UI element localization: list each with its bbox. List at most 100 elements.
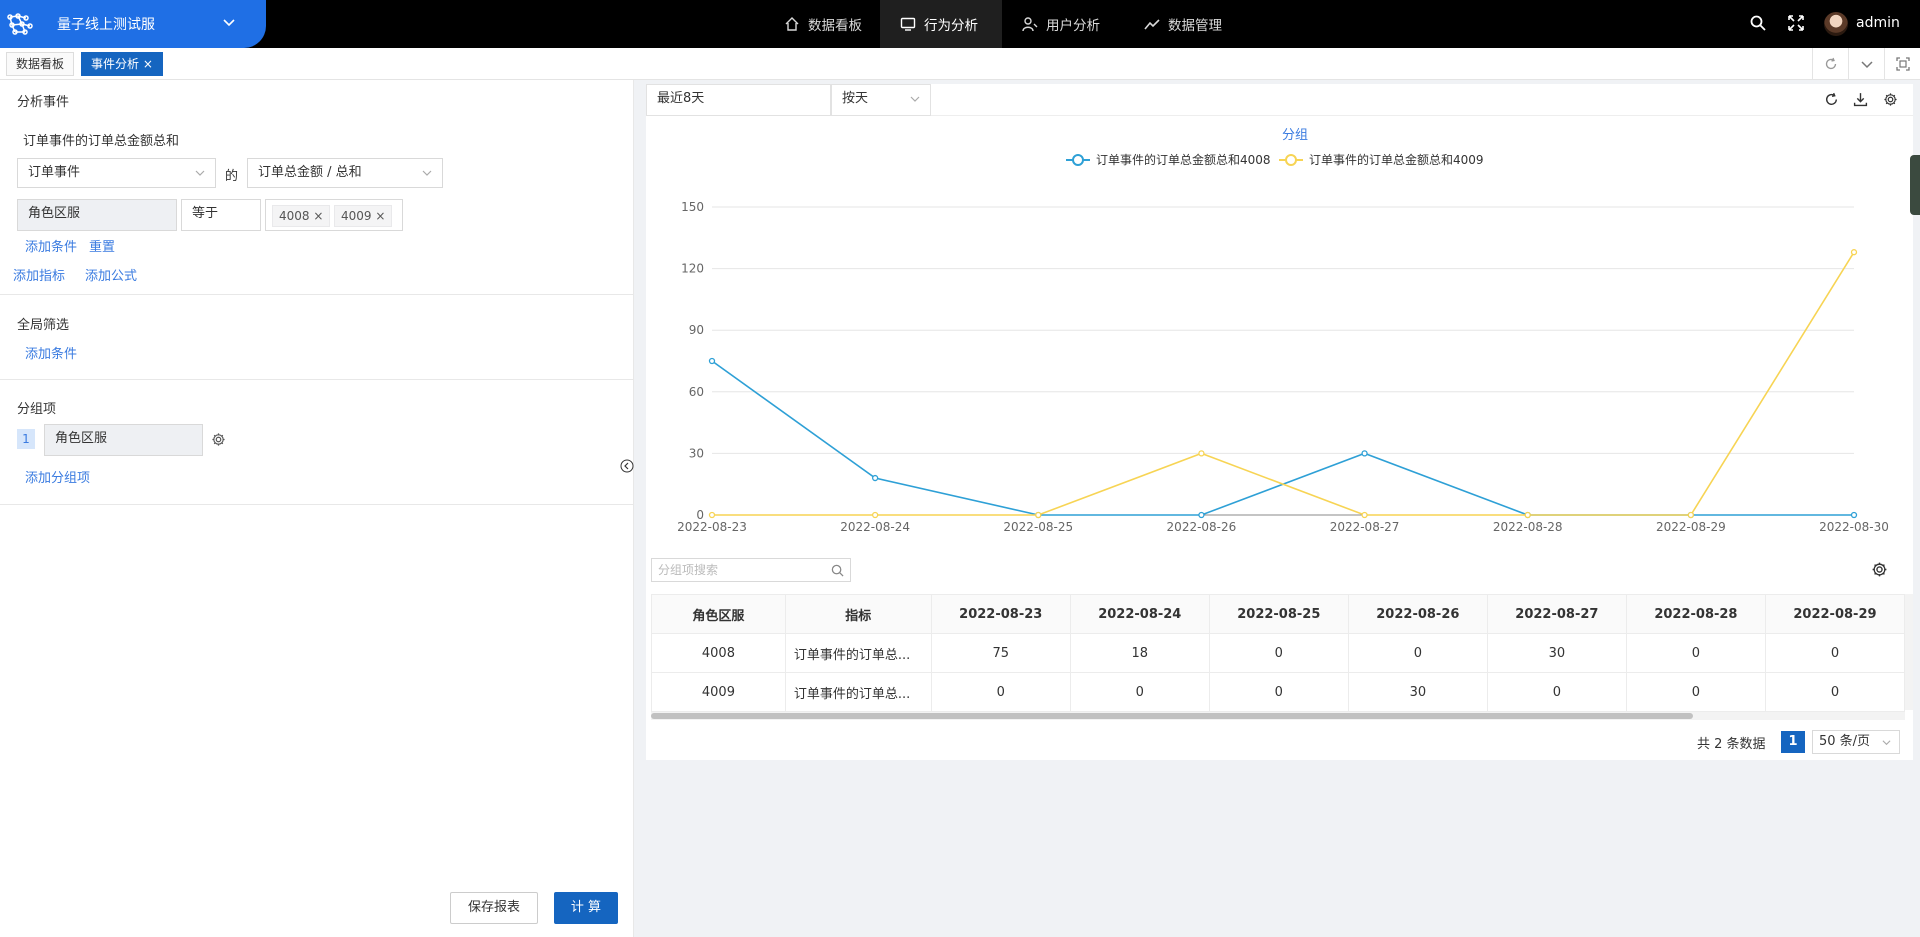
- tab-dashboard[interactable]: 数据看板: [6, 52, 75, 76]
- chevron-down-icon[interactable]: [222, 15, 236, 29]
- table-cell: 0: [1347, 633, 1488, 673]
- legend-item[interactable]: 订单事件的订单总金额总和4009: [1279, 152, 1484, 167]
- search-icon[interactable]: [1749, 14, 1767, 32]
- group-search-input[interactable]: 分组项搜索: [651, 558, 851, 582]
- series-line[interactable]: [712, 251, 1855, 516]
- collapse-panel-icon[interactable]: [620, 459, 634, 473]
- reset-link[interactable]: 重置: [89, 236, 115, 255]
- column-header[interactable]: 2022-08-23: [930, 594, 1071, 634]
- user-icon: [1022, 17, 1038, 32]
- table-settings-gear-icon[interactable]: [1871, 561, 1888, 578]
- monitor-icon: [900, 17, 916, 31]
- data-point[interactable]: [1524, 511, 1531, 519]
- vertical-scrollbar[interactable]: [1905, 594, 1913, 710]
- maximize-button[interactable]: [1884, 48, 1920, 79]
- nav-data-management[interactable]: 数据管理: [1124, 0, 1242, 48]
- nav-user-analysis[interactable]: 用户分析: [1002, 0, 1120, 48]
- x-tick-label: 2022-08-24: [840, 520, 910, 534]
- column-header[interactable]: 2022-08-25: [1208, 594, 1349, 634]
- nav-label: 行为分析: [924, 18, 978, 34]
- data-point[interactable]: [1198, 450, 1205, 457]
- download-icon[interactable]: [1853, 92, 1868, 107]
- pagination-page-1[interactable]: 1: [1781, 731, 1805, 753]
- gear-icon[interactable]: [1883, 92, 1898, 107]
- filter-field-select[interactable]: 角色区服: [17, 199, 177, 231]
- tabs-dropdown-button[interactable]: [1848, 48, 1884, 79]
- legend-item[interactable]: 订单事件的订单总金额总和4008: [1066, 152, 1271, 167]
- x-tick-label: 2022-08-26: [1167, 520, 1237, 534]
- table-cell: 0: [1625, 672, 1766, 712]
- refresh-tab-button[interactable]: [1812, 48, 1848, 79]
- column-header[interactable]: 2022-08-27: [1486, 594, 1627, 634]
- column-header[interactable]: 指标: [784, 594, 932, 634]
- data-point[interactable]: [1850, 511, 1858, 519]
- y-tick-label: 150: [681, 200, 704, 214]
- group-field-select[interactable]: 角色区服: [44, 424, 203, 456]
- refresh-icon[interactable]: [1824, 92, 1839, 107]
- column-header[interactable]: 2022-08-26: [1347, 594, 1488, 634]
- column-header[interactable]: 2022-08-24: [1069, 594, 1210, 634]
- table-cell: 30: [1486, 633, 1627, 673]
- data-point[interactable]: [1035, 511, 1042, 519]
- data-table-viewport[interactable]: 角色区服 指标 2022-08-23 2022-08-24 2022-08-25 2022…: [651, 594, 1905, 712]
- app-switcher[interactable]: 量子线上测试服: [0, 0, 266, 48]
- section-title-global-filter: 全局筛选: [17, 318, 70, 333]
- save-report-button[interactable]: 保存报表: [450, 892, 538, 924]
- page-size-select[interactable]: 50 条/页: [1812, 730, 1900, 754]
- data-point[interactable]: [871, 511, 879, 519]
- side-drawer-handle[interactable]: [1910, 155, 1920, 215]
- chevron-down-icon: [1860, 60, 1873, 68]
- filter-value-tag[interactable]: 4008 ×: [272, 205, 331, 227]
- divider: [0, 504, 634, 505]
- divider: [0, 294, 634, 295]
- data-point[interactable]: [1687, 511, 1695, 519]
- filter-value-tag[interactable]: 4009 ×: [334, 205, 393, 227]
- add-group-link[interactable]: 添加分组项: [25, 467, 90, 486]
- granularity-select[interactable]: 按天: [831, 84, 931, 116]
- table-cell: 0: [1486, 672, 1627, 712]
- column-header[interactable]: 2022-08-28: [1625, 594, 1766, 634]
- add-formula-link[interactable]: 添加公式: [85, 265, 137, 284]
- x-tick-label: 2022-08-28: [1493, 520, 1563, 534]
- table-header-row: 角色区服 指标 2022-08-23 2022-08-24 2022-08-25 2022…: [651, 594, 1905, 634]
- nav-behavior-analysis[interactable]: 行为分析: [880, 0, 1002, 48]
- nav-dashboard[interactable]: 数据看板: [764, 0, 882, 48]
- data-point[interactable]: [1198, 511, 1205, 519]
- fullscreen-icon[interactable]: [1787, 14, 1805, 32]
- event-select[interactable]: 订单事件: [17, 158, 216, 188]
- global-add-condition-link[interactable]: 添加条件: [25, 343, 77, 362]
- group-index-badge: 1: [17, 429, 35, 449]
- section-title-events: 分析事件: [17, 95, 70, 110]
- data-table: 角色区服 指标 2022-08-23 2022-08-24 2022-08-25 2022…: [651, 594, 1905, 712]
- avatar[interactable]: [1824, 12, 1848, 36]
- table-cell: 75: [930, 633, 1071, 673]
- calculate-button[interactable]: 计 算: [554, 892, 618, 924]
- tab-event-analysis[interactable]: 事件分析 ×: [81, 52, 163, 76]
- home-icon: [785, 17, 799, 31]
- data-point[interactable]: [1361, 450, 1368, 457]
- filter-values-select[interactable]: 4008 × 4009 ×: [265, 199, 403, 231]
- filter-operator-select[interactable]: 等于: [181, 199, 261, 231]
- metric-title[interactable]: 订单事件的订单总金额总和: [23, 130, 179, 149]
- data-point[interactable]: [708, 511, 716, 519]
- add-metric-link[interactable]: 添加指标: [13, 265, 65, 284]
- date-range-select[interactable]: 最近8天: [646, 84, 831, 116]
- legend-swatch-marker: [1072, 154, 1084, 166]
- column-header[interactable]: 角色区服: [651, 594, 786, 634]
- add-condition-link[interactable]: 添加条件: [25, 236, 77, 255]
- data-point[interactable]: [1850, 249, 1858, 256]
- maximize-icon: [1895, 56, 1910, 71]
- data-point[interactable]: [871, 474, 879, 482]
- gear-icon[interactable]: [211, 432, 226, 447]
- tabs-bar: 数据看板 事件分析 ×: [0, 48, 1920, 80]
- analysis-config-panel: 分析事件 订单事件的订单总金额总和 订单事件 的 订单总金额 / 总和 角色区服…: [0, 80, 634, 937]
- column-header[interactable]: 2022-08-29: [1764, 594, 1905, 634]
- scrollbar-thumb[interactable]: [651, 713, 1693, 719]
- property-select[interactable]: 订单总金额 / 总和: [247, 158, 443, 188]
- data-point[interactable]: [1361, 511, 1368, 519]
- username[interactable]: admin: [1856, 15, 1900, 31]
- horizontal-scrollbar[interactable]: [651, 712, 1905, 720]
- series-line[interactable]: [711, 360, 1854, 516]
- table-row: 4009 订单事件的订单总... 0 0 0 30 0 0 0: [651, 672, 1905, 712]
- data-point[interactable]: [708, 357, 716, 365]
